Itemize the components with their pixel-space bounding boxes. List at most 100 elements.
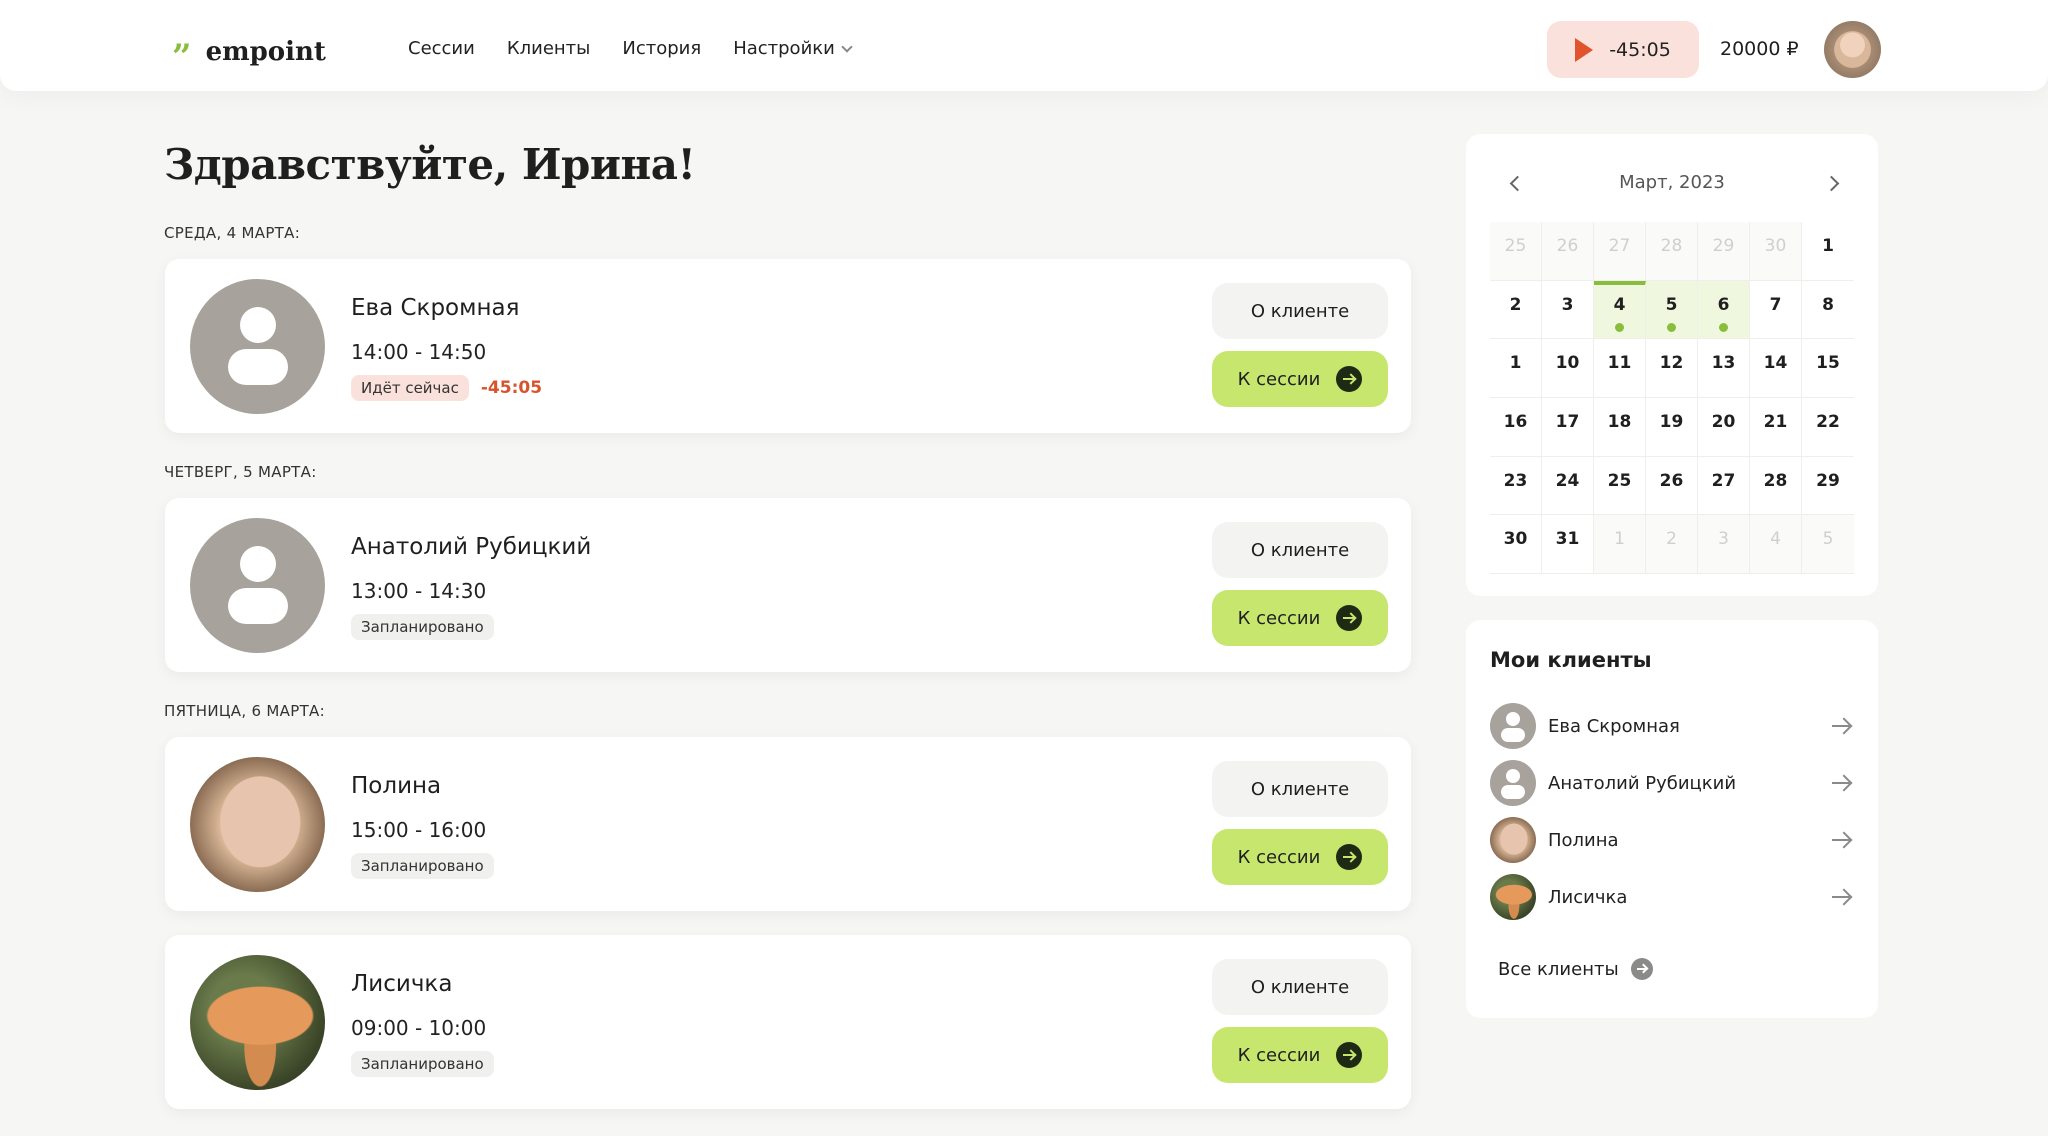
calendar-day[interactable]: 19 <box>1646 398 1698 457</box>
go-to-session-button[interactable]: К сессии <box>1212 590 1388 646</box>
balance: 20000 ₽ <box>1720 38 1799 60</box>
client-avatar <box>1490 760 1536 806</box>
avatar-head-icon <box>1506 712 1520 726</box>
calendar-day[interactable]: 11 <box>1594 339 1646 399</box>
calendar-day[interactable]: 23 <box>1490 456 1542 516</box>
calendar-day-number: 7 <box>1769 294 1782 315</box>
session-card: Ева Скромная 14:00 - 14:50 Идёт сейчас -… <box>165 259 1411 433</box>
about-client-button[interactable]: О клиенте <box>1212 959 1388 1015</box>
calendar-day[interactable]: 3 <box>1698 515 1750 575</box>
client-list-item[interactable]: Ева Скромная <box>1490 702 1858 750</box>
timer-value: -45:05 <box>1609 38 1671 61</box>
calendar-day[interactable]: 30 <box>1750 222 1802 281</box>
logo-quote-icon: ” <box>172 37 192 77</box>
calendar-day-number: 14 <box>1763 353 1788 374</box>
arrow-right-circle-icon <box>1336 1042 1363 1068</box>
calendar-day-number: 24 <box>1555 470 1580 491</box>
day-label: СРЕДА, 4 МАРТА: <box>164 224 301 242</box>
session-dot-icon <box>1719 322 1728 332</box>
calendar-day[interactable]: 21 <box>1750 398 1802 457</box>
calendar-day[interactable]: 1 <box>1490 339 1542 399</box>
about-client-button[interactable]: О клиенте <box>1212 761 1388 817</box>
logo[interactable]: ” empoint <box>172 30 326 74</box>
calendar-day[interactable]: 22 <box>1802 398 1854 457</box>
calendar-day[interactable]: 24 <box>1542 456 1594 516</box>
arrow-right-circle-icon <box>1336 844 1363 870</box>
calendar-day-number: 2 <box>1509 294 1522 315</box>
calendar-day[interactable]: 29 <box>1698 222 1750 281</box>
calendar-day[interactable]: 25 <box>1490 222 1542 281</box>
calendar-day[interactable]: 15 <box>1802 339 1854 399</box>
calendar-day[interactable]: 18 <box>1594 398 1646 457</box>
calendar-day[interactable]: 31 <box>1542 515 1594 575</box>
calendar-day[interactable]: 10 <box>1542 339 1594 399</box>
avatar-body-icon <box>227 588 288 624</box>
calendar-day[interactable]: 28 <box>1646 222 1698 281</box>
go-to-session-button[interactable]: К сессии <box>1212 1027 1388 1083</box>
calendar-day-number: 5 <box>1822 529 1834 550</box>
calendar-day[interactable]: 14 <box>1750 339 1802 399</box>
session-status: Запланировано <box>351 614 494 640</box>
calendar-day[interactable]: 3 <box>1542 280 1594 340</box>
calendar-day-number: 1 <box>1822 236 1834 256</box>
all-clients-link[interactable]: Все клиенты <box>1498 958 1653 980</box>
calendar-day[interactable]: 28 <box>1750 456 1802 516</box>
calendar-day[interactable]: 2 <box>1490 280 1542 340</box>
session-dot-icon <box>1667 322 1676 332</box>
client-list-item[interactable]: Анатолий Рубицкий <box>1490 759 1858 807</box>
calendar-day[interactable]: 7 <box>1750 280 1802 340</box>
calendar-day[interactable]: 5 <box>1646 280 1698 340</box>
nav-sessions[interactable]: Сессии <box>408 38 475 59</box>
about-client-button[interactable]: О клиенте <box>1212 283 1388 339</box>
calendar-day[interactable]: 4 <box>1594 280 1646 340</box>
calendar-day-number: 25 <box>1504 236 1527 256</box>
avatar-body-icon <box>1501 728 1525 742</box>
nav-clients[interactable]: Клиенты <box>507 38 591 59</box>
go-to-session-button[interactable]: К сессии <box>1212 351 1388 407</box>
arrow-right-circle-icon <box>1336 366 1363 392</box>
calendar-day[interactable]: 30 <box>1490 515 1542 575</box>
go-to-session-label: К сессии <box>1237 368 1321 390</box>
calendar-day[interactable]: 4 <box>1750 515 1802 575</box>
status-badge: Запланировано <box>351 853 494 879</box>
calendar-day[interactable]: 5 <box>1802 515 1854 575</box>
client-avatar <box>1490 817 1536 863</box>
calendar-day-number: 6 <box>1717 294 1730 315</box>
calendar-day-number: 3 <box>1718 529 1729 550</box>
go-to-session-button[interactable]: К сессии <box>1212 829 1388 885</box>
calendar-day[interactable]: 25 <box>1594 456 1646 516</box>
calendar-day[interactable]: 8 <box>1802 281 1854 340</box>
calendar-day[interactable]: 17 <box>1542 398 1594 457</box>
calendar-day[interactable]: 29 <box>1802 457 1854 516</box>
calendar-month: Март, 2023 <box>1619 172 1725 193</box>
calendar-day-number: 18 <box>1607 412 1632 433</box>
user-avatar[interactable] <box>1824 21 1881 78</box>
calendar-day[interactable]: 6 <box>1698 280 1750 340</box>
calendar-day[interactable]: 13 <box>1698 339 1750 399</box>
calendar-day[interactable]: 16 <box>1490 398 1542 457</box>
calendar-day[interactable]: 27 <box>1698 456 1750 516</box>
client-list-item[interactable]: Полина <box>1490 816 1858 864</box>
calendar-day[interactable]: 20 <box>1698 398 1750 457</box>
calendar-day[interactable]: 2 <box>1646 515 1698 575</box>
calendar-day[interactable]: 27 <box>1594 222 1646 281</box>
status-badge: Запланировано <box>351 1051 494 1077</box>
calendar-day[interactable]: 12 <box>1646 339 1698 399</box>
calendar-day[interactable]: 1 <box>1594 515 1646 575</box>
client-list-item[interactable]: Лисичка <box>1490 873 1858 921</box>
client-avatar <box>1490 703 1536 749</box>
calendar-day[interactable]: 1 <box>1802 222 1854 281</box>
about-client-button[interactable]: О клиенте <box>1212 522 1388 578</box>
calendar-day[interactable]: 26 <box>1646 456 1698 516</box>
calendar-day-number: 10 <box>1555 353 1580 374</box>
my-clients-panel: Мои клиенты Ева Скромная Анатолий Рубицк… <box>1466 620 1878 1018</box>
arrow-right-icon <box>1832 839 1850 841</box>
session-timer-button[interactable]: -45:05 <box>1547 21 1699 78</box>
nav-history[interactable]: История <box>622 38 701 59</box>
arrow-right-circle-icon <box>1336 605 1363 631</box>
nav-settings[interactable]: Настройки <box>733 38 853 59</box>
calendar-day-number: 28 <box>1660 236 1683 256</box>
calendar-day-number: 30 <box>1503 529 1528 550</box>
avatar-head-icon <box>1506 769 1520 783</box>
calendar-day[interactable]: 26 <box>1542 222 1594 281</box>
